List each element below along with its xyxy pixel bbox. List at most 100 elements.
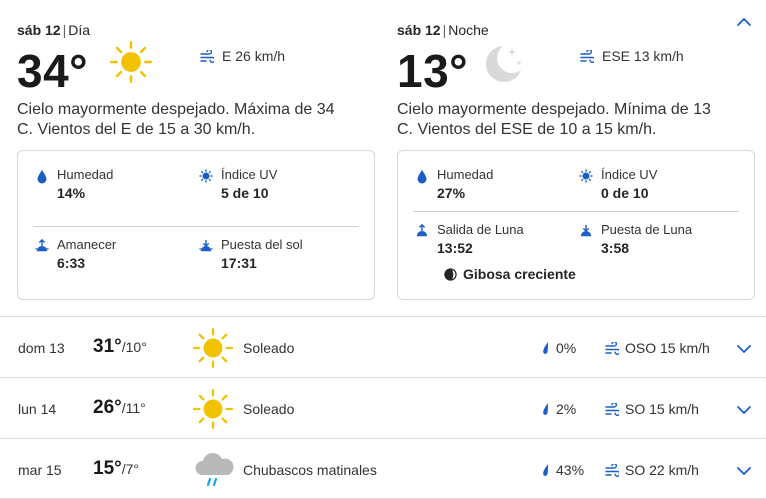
sunset-icon (199, 239, 213, 252)
forecast-rain-value: 43% (556, 462, 585, 478)
moonrise-label: Salida de Luna (437, 222, 524, 237)
chevron-down-icon[interactable] (736, 402, 752, 418)
uv-value: 0 de 10 (601, 185, 649, 201)
humidity-value: 14% (57, 185, 86, 201)
day-sunset: Puesta del sol 17:31 (199, 237, 303, 273)
day-sunrise: Amanecer 6:33 (35, 237, 116, 273)
forecast-condition: Soleado (243, 340, 295, 356)
moonset-value: 3:58 (601, 240, 630, 256)
wind-icon (605, 341, 619, 355)
forecast-temps: 31°/10° (93, 336, 147, 358)
forecast-row[interactable]: lun 14 26°/11° Soleado 2% SO 15 km/h (0, 377, 766, 438)
moon-phase-icon (444, 267, 457, 281)
card-divider (413, 211, 739, 212)
sunrise-value: 6:33 (57, 255, 86, 271)
forecast-date: lun 14 (18, 401, 57, 417)
day-uv: Índice UV 5 de 10 (199, 167, 277, 203)
night-moonset: Puesta de Luna 3:58 (579, 222, 692, 258)
night-date: sáb 12 (397, 22, 441, 38)
forecast-rain: 43% (541, 462, 584, 478)
moonset-label: Puesta de Luna (601, 222, 693, 237)
moonrise-value: 13:52 (437, 240, 473, 256)
forecast-low: /11° (121, 400, 146, 416)
sunrise-label: Amanecer (57, 237, 117, 252)
forecast-low: /7° (121, 461, 140, 477)
day-wind-value: E 26 km/h (222, 48, 286, 64)
sunset-value: 17:31 (221, 255, 257, 271)
forecast-high: 15° (93, 458, 122, 479)
forecast-row[interactable]: mar 15 15°/7° Chubascos matinales 43% SO… (0, 438, 766, 499)
forecast-wind-value: OSO 15 km/h (625, 340, 710, 356)
uv-label: Índice UV (601, 167, 658, 182)
forecast-rain: 0% (541, 340, 576, 356)
forecast-rain: 2% (541, 401, 576, 417)
sunrise-icon (35, 238, 49, 252)
rain-drop-icon (543, 464, 548, 476)
wind-icon (605, 402, 619, 416)
sun-icon (109, 40, 153, 84)
chevron-down-icon[interactable] (736, 463, 752, 479)
moonset-icon (580, 224, 592, 237)
night-header: sáb 12 | Noche (397, 22, 489, 38)
rain-cloud-icon (195, 452, 234, 487)
night-wind: ESE 13 km/h (580, 48, 684, 64)
forecast-condition: Chubascos matinales (243, 462, 377, 478)
forecast-high: 26° (93, 397, 122, 418)
forecast-temps: 26°/11° (93, 397, 146, 419)
forecast-date: mar 15 (18, 462, 62, 478)
moon-icon (486, 46, 522, 82)
night-details-card: Humedad 27% Índice UV 0 de 10 Salida de Lu… (397, 150, 755, 300)
forecast-row[interactable]: dom 13 31°/10° Soleado 0% OSO 15 km/h (0, 316, 766, 377)
night-wind-value: ESE 13 km/h (602, 48, 684, 64)
forecast-low: /10° (121, 339, 147, 355)
day-date: sáb 12 (17, 22, 61, 38)
uv-value: 5 de 10 (221, 185, 269, 201)
night-moonrise: Salida de Luna 13:52 (415, 222, 524, 258)
uv-icon (199, 169, 213, 183)
night-description: Cielo mayormente despejado. Mínima de 13… (397, 101, 711, 138)
uv-icon (579, 169, 593, 183)
forecast-wind: SO 22 km/h (605, 462, 699, 478)
humidity-icon (417, 170, 427, 184)
moon-phase-label: Gibosa creciente (463, 266, 576, 282)
forecast-rain-value: 2% (556, 401, 577, 417)
sun-icon (192, 388, 234, 430)
day-humidity: Humedad 14% (35, 167, 113, 203)
forecast-condition: Soleado (243, 401, 295, 417)
sunset-label: Puesta del sol (221, 237, 303, 252)
moonrise-icon (416, 223, 428, 237)
chevron-up-icon[interactable] (736, 14, 752, 30)
forecast-date: dom 13 (18, 340, 65, 356)
humidity-label: Humedad (57, 167, 114, 182)
day-description: Cielo mayormente despejado. Máxima de 34… (17, 101, 335, 138)
forecast-wind: SO 15 km/h (605, 401, 699, 417)
sun-icon (192, 327, 234, 369)
humidity-value: 27% (437, 185, 466, 201)
forecast-rain-value: 0% (556, 340, 577, 356)
humidity-icon (37, 170, 47, 184)
wind-icon (605, 463, 619, 477)
moon-phase: Gibosa creciente (444, 266, 576, 282)
night-temperature: 13° (397, 45, 469, 97)
uv-label: Índice UV (221, 167, 278, 182)
wind-icon (200, 49, 214, 63)
night-period: Noche (448, 22, 489, 38)
rain-drop-icon (543, 403, 548, 415)
night-uv: Índice UV 0 de 10 (579, 167, 657, 203)
day-wind: E 26 km/h (200, 48, 285, 64)
humidity-label: Humedad (437, 167, 494, 182)
rain-drop-icon (543, 342, 548, 354)
day-temperature: 34° (17, 45, 89, 97)
card-divider (33, 226, 359, 227)
day-period: Día (68, 22, 91, 38)
forecast-wind-value: SO 22 km/h (625, 462, 699, 478)
day-header: sáb 12 | Día (17, 22, 91, 38)
forecast-temps: 15°/7° (93, 458, 139, 480)
forecast-wind-value: SO 15 km/h (625, 401, 699, 417)
wind-icon (580, 49, 594, 63)
forecast-high: 31° (93, 336, 122, 357)
day-details-card: Humedad 14% Índice UV 5 de 10 Amanecer 6:33 (17, 150, 375, 300)
night-humidity: Humedad 27% (415, 167, 493, 203)
chevron-down-icon[interactable] (736, 341, 752, 357)
forecast-wind: OSO 15 km/h (605, 340, 710, 356)
